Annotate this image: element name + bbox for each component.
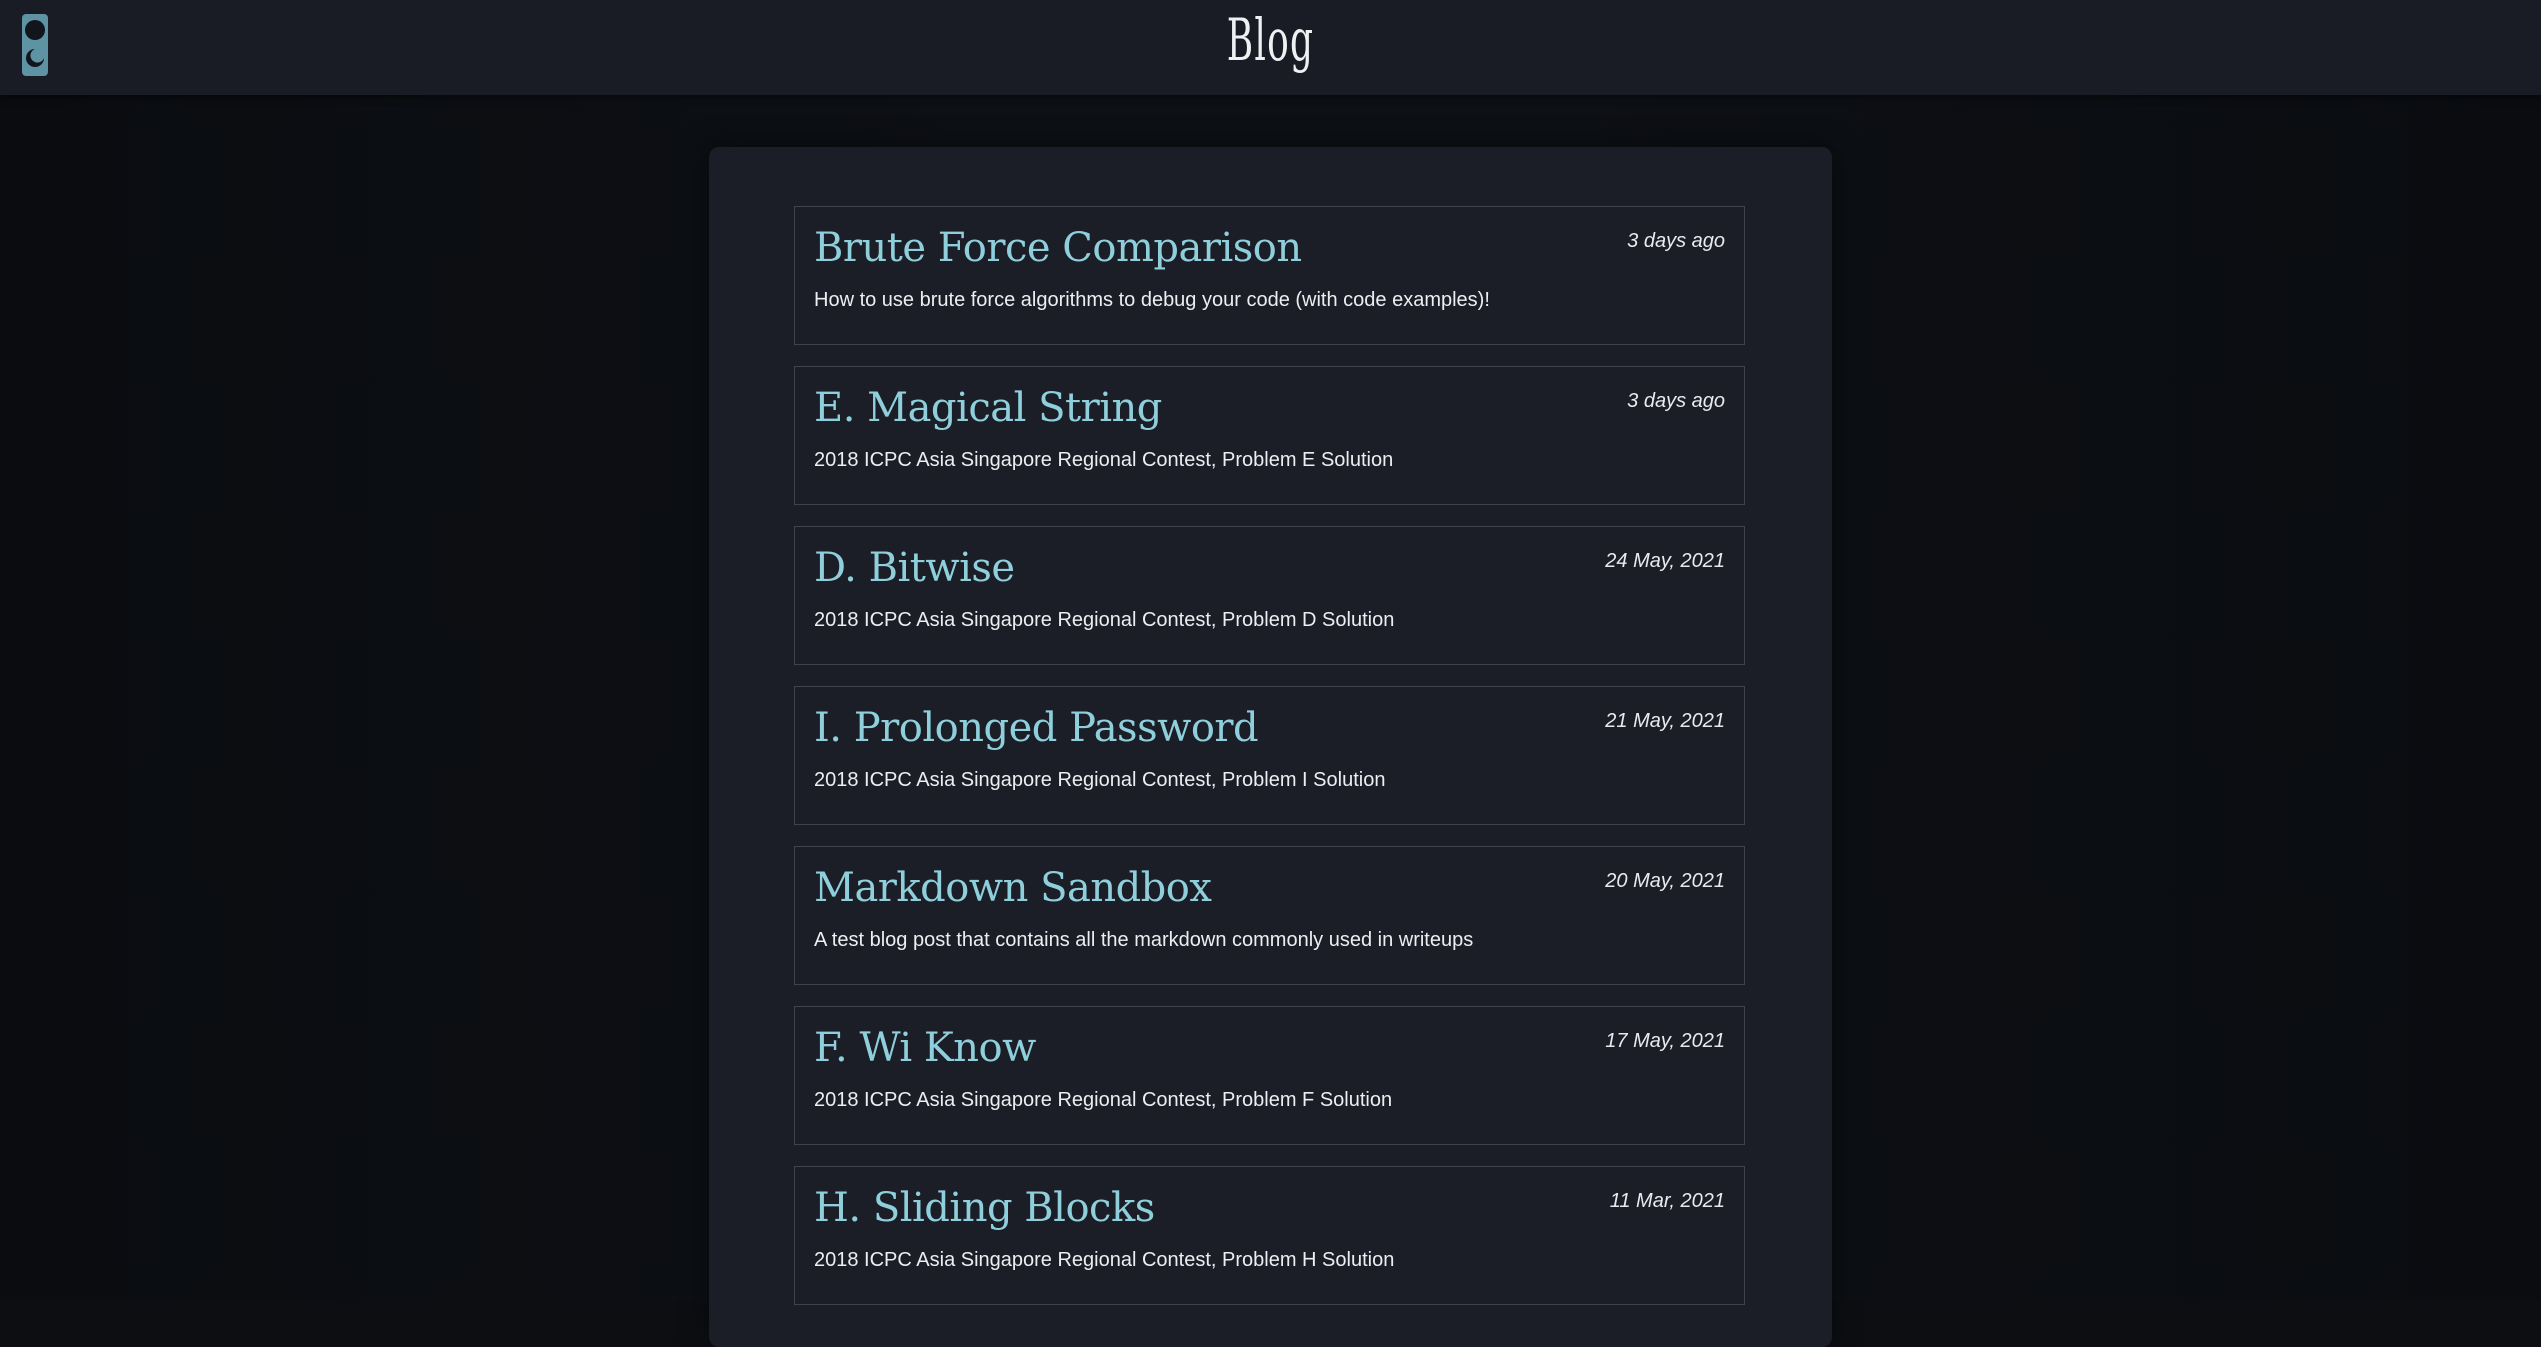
dark-mode-icon [25,20,45,40]
post-date: 20 May, 2021 [1605,870,1725,892]
theme-toggle-button[interactable] [22,14,48,76]
post-description: 2018 ICPC Asia Singapore Regional Contes… [814,1249,1395,1271]
post-description: 2018 ICPC Asia Singapore Regional Contes… [814,449,1394,471]
post-title[interactable]: Markdown Sandbox [814,865,1212,911]
post-card[interactable]: H. Sliding Blocks 11 Mar, 2021 2018 ICPC… [794,1166,1745,1305]
post-date: 3 days ago [1627,230,1725,252]
post-title[interactable]: I. Prolonged Password [814,705,1259,751]
post-description: How to use brute force algorithms to deb… [814,289,1490,311]
post-date: 24 May, 2021 [1605,550,1725,572]
site-header: Blog [0,0,2541,95]
page-title: Blog [1226,6,1315,74]
post-title[interactable]: E. Magical String [814,385,1162,431]
post-title[interactable]: Brute Force Comparison [814,225,1302,271]
post-date: 11 Mar, 2021 [1609,1190,1725,1212]
moon-icon [26,49,44,67]
main-panel: Brute Force Comparison 3 days ago How to… [709,147,1832,1347]
post-card[interactable]: I. Prolonged Password 21 May, 2021 2018 … [794,686,1745,825]
post-title[interactable]: F. Wi Know [814,1025,1036,1071]
post-date: 17 May, 2021 [1605,1030,1725,1052]
post-date: 3 days ago [1627,390,1725,412]
post-list: Brute Force Comparison 3 days ago How to… [794,206,1747,1326]
post-date: 21 May, 2021 [1605,710,1725,732]
post-card[interactable]: F. Wi Know 17 May, 2021 2018 ICPC Asia S… [794,1006,1745,1145]
post-card[interactable]: D. Bitwise 24 May, 2021 2018 ICPC Asia S… [794,526,1745,665]
post-description: A test blog post that contains all the m… [814,929,1474,951]
post-description: 2018 ICPC Asia Singapore Regional Contes… [814,1089,1393,1111]
post-description: 2018 ICPC Asia Singapore Regional Contes… [814,609,1395,631]
post-card[interactable]: Markdown Sandbox 20 May, 2021 A test blo… [794,846,1745,985]
post-description: 2018 ICPC Asia Singapore Regional Contes… [814,769,1386,791]
post-card[interactable]: E. Magical String 3 days ago 2018 ICPC A… [794,366,1745,505]
post-card[interactable]: Brute Force Comparison 3 days ago How to… [794,206,1745,345]
post-title[interactable]: D. Bitwise [814,545,1015,591]
post-title[interactable]: H. Sliding Blocks [814,1185,1155,1231]
